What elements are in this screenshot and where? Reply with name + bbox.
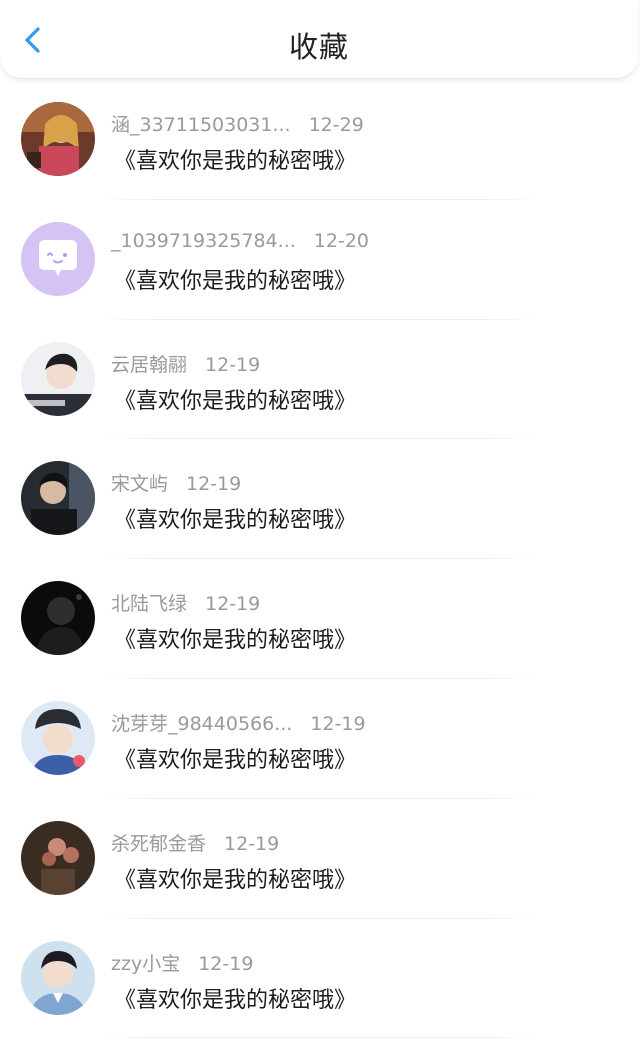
avatar[interactable] xyxy=(21,940,95,1015)
date: 12-29 xyxy=(308,114,364,136)
item-meta: _1039719325784... 12-20 xyxy=(111,230,369,252)
list-item[interactable]: 杀死郁金香 12-19 《喜欢你是我的秘密哦》 xyxy=(0,799,640,919)
item-meta: zzy小宝 12-19 xyxy=(111,949,253,976)
date: 12-19 xyxy=(310,712,366,735)
date: 12-19 xyxy=(205,353,261,376)
page-title: 收藏 xyxy=(288,30,349,64)
username[interactable]: _1039719325784... xyxy=(111,230,296,252)
list-item[interactable]: 云居翰翮 12-19 《喜欢你是我的秘密哦》 xyxy=(0,320,640,440)
photo-avatar-girl xyxy=(21,102,95,176)
divider xyxy=(96,1037,544,1039)
date: 12-19 xyxy=(224,832,280,855)
avatar[interactable] xyxy=(21,820,95,895)
favorite-title[interactable]: 《喜欢你是我的秘密哦》 xyxy=(114,862,356,894)
username[interactable]: 杀死郁金香 xyxy=(111,833,206,855)
item-meta: 宋文屿 12-19 xyxy=(111,469,241,496)
list-item[interactable]: 沈芽芽_98440566... 12-19 《喜欢你是我的秘密哦》 xyxy=(0,679,640,799)
default-chat-bubble-avatar xyxy=(21,221,95,296)
date: 12-19 xyxy=(205,593,261,616)
favorite-title[interactable]: 《喜欢你是我的秘密哦》 xyxy=(114,143,356,175)
date: 12-19 xyxy=(186,473,242,496)
item-meta: 沈芽芽_98440566... 12-19 xyxy=(111,709,366,736)
date: 12-19 xyxy=(198,952,254,975)
username[interactable]: zzy小宝 xyxy=(111,953,180,975)
photo-avatar-boy-hat xyxy=(21,700,95,775)
item-meta: 云居翰翮 12-19 xyxy=(111,350,260,377)
list-item[interactable]: 北陆飞绿 12-19 《喜欢你是我的秘密哦》 xyxy=(0,559,640,679)
date: 12-20 xyxy=(313,229,369,252)
favorite-title[interactable]: 《喜欢你是我的秘密哦》 xyxy=(114,742,356,774)
favorite-title[interactable]: 《喜欢你是我的秘密哦》 xyxy=(114,982,356,1014)
username[interactable]: 云居翰翮 xyxy=(111,354,187,376)
avatar[interactable] xyxy=(21,581,95,656)
username[interactable]: 沈芽芽_98440566... xyxy=(111,713,292,735)
list-item[interactable]: 宋文屿 12-19 《喜欢你是我的秘密哦》 xyxy=(0,439,640,560)
photo-avatar-silhouette xyxy=(21,581,95,656)
avatar[interactable] xyxy=(21,221,95,296)
photo-avatar-boy-blue xyxy=(21,940,95,1015)
photo-avatar-dark xyxy=(21,461,95,536)
item-meta: 涵_33711503031... 12-29 xyxy=(111,110,364,137)
top-bar: 收藏 xyxy=(0,0,638,79)
photo-avatar-flowers xyxy=(21,820,95,895)
avatar[interactable] xyxy=(21,341,95,416)
favorite-title[interactable]: 《喜欢你是我的秘密哦》 xyxy=(114,622,356,654)
list-item[interactable]: 涵_33711503031... 12-29 《喜欢你是我的秘密哦》 xyxy=(0,80,640,200)
avatar[interactable] xyxy=(21,700,95,775)
photo-avatar-boy xyxy=(21,341,95,416)
favorites-list: 涵_33711503031... 12-29 《喜欢你是我的秘密哦》 _10397… xyxy=(0,80,640,1039)
item-meta: 北陆飞绿 12-19 xyxy=(111,589,260,616)
username[interactable]: 宋文屿 xyxy=(111,473,168,495)
username[interactable]: 涵_33711503031... xyxy=(111,114,291,136)
item-meta: 杀死郁金香 12-19 xyxy=(111,829,279,856)
avatar[interactable] xyxy=(21,102,95,176)
avatar[interactable] xyxy=(21,461,95,536)
list-item[interactable]: zzy小宝 12-19 《喜欢你是我的秘密哦》 xyxy=(0,919,640,1039)
list-item[interactable]: _1039719325784... 12-20 《喜欢你是我的秘密哦》 xyxy=(0,200,640,320)
favorite-title[interactable]: 《喜欢你是我的秘密哦》 xyxy=(114,383,356,415)
favorite-title[interactable]: 《喜欢你是我的秘密哦》 xyxy=(114,502,356,534)
favorite-title[interactable]: 《喜欢你是我的秘密哦》 xyxy=(114,263,356,295)
username[interactable]: 北陆飞绿 xyxy=(111,593,187,615)
